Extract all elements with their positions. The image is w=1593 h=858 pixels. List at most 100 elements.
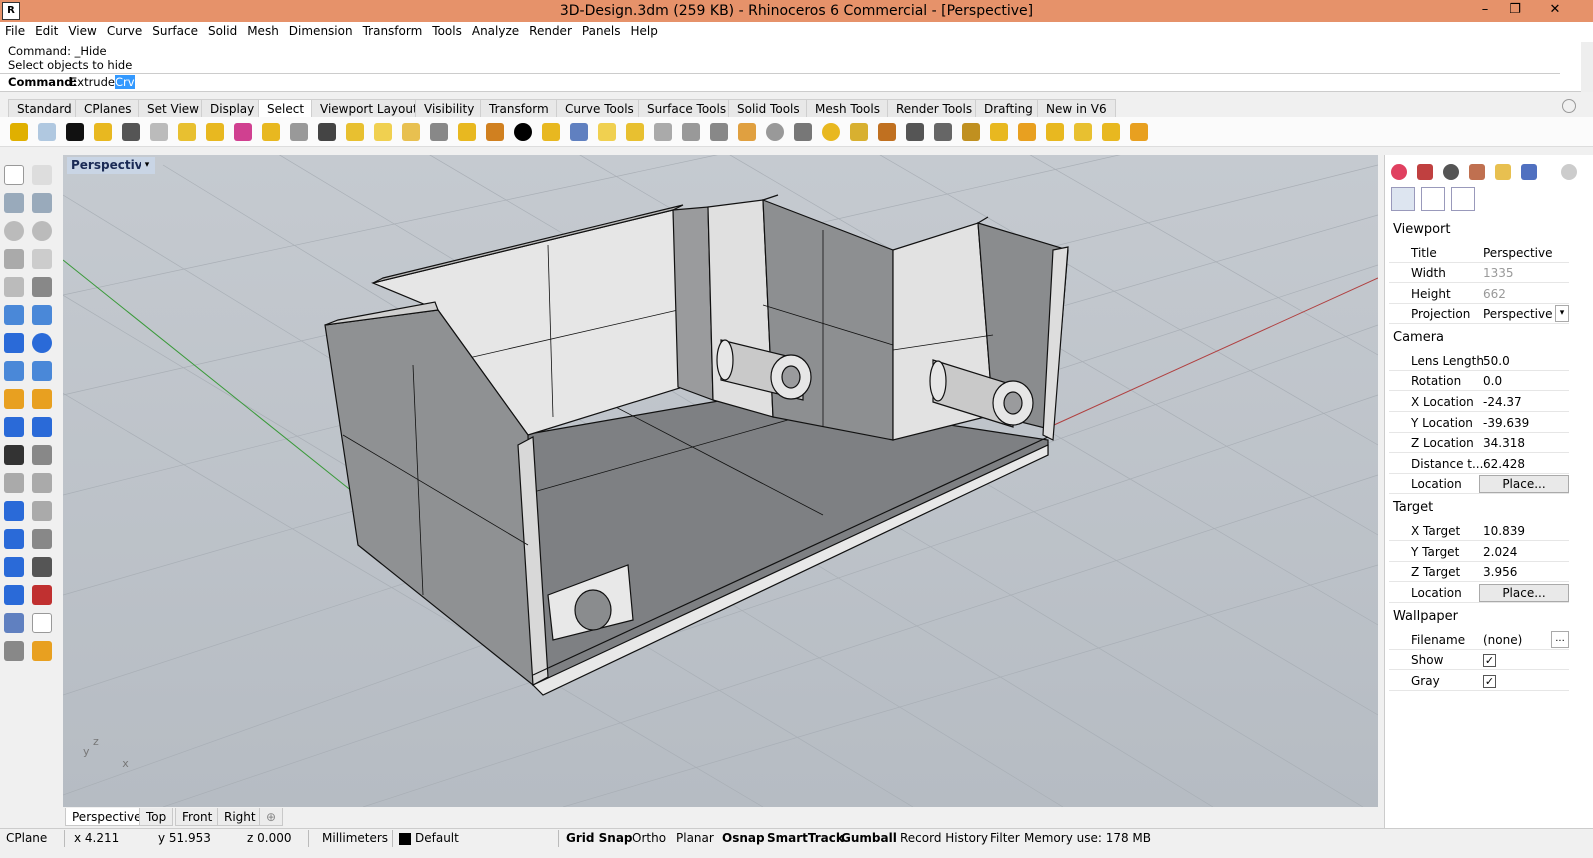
- record-history-toggle[interactable]: Record History: [900, 831, 988, 845]
- current-layer[interactable]: Default: [415, 831, 459, 845]
- select-grid-icon[interactable]: [626, 123, 644, 141]
- select-solids-icon[interactable]: [206, 123, 224, 141]
- chevron-down-icon[interactable]: ▾: [1555, 305, 1569, 322]
- menu-render[interactable]: Render: [524, 22, 577, 42]
- x-target-field[interactable]: 10.839: [1483, 524, 1525, 538]
- perspective-viewport[interactable]: Perspective ▾ y z x: [63, 155, 1378, 807]
- point-icon[interactable]: [32, 165, 52, 185]
- show-checkbox[interactable]: ✓: [1483, 654, 1496, 667]
- lens-length-field[interactable]: 50.0: [1483, 354, 1510, 368]
- select-spheres-icon[interactable]: [766, 123, 784, 141]
- select-none-icon[interactable]: [38, 123, 56, 141]
- render-tab-icon[interactable]: [1443, 164, 1459, 180]
- tab-display[interactable]: Display: [201, 99, 264, 117]
- tab-set-view[interactable]: Set View: [138, 99, 208, 117]
- select-curves-icon[interactable]: [654, 123, 672, 141]
- select-duplicates-icon[interactable]: [738, 123, 756, 141]
- menu-transform[interactable]: Transform: [358, 22, 428, 42]
- move-icon[interactable]: [32, 501, 52, 521]
- select-dimensions-icon[interactable]: [430, 123, 448, 141]
- select-control-points-icon[interactable]: [318, 123, 336, 141]
- arc-icon[interactable]: [4, 249, 24, 269]
- filename-field[interactable]: (none): [1483, 633, 1522, 647]
- distance-field[interactable]: 62.428: [1483, 457, 1525, 471]
- select-window-icon[interactable]: [1018, 123, 1036, 141]
- menu-edit[interactable]: Edit: [30, 22, 63, 42]
- display-tab-icon[interactable]: [1521, 164, 1537, 180]
- y-target-field[interactable]: 2.024: [1483, 545, 1517, 559]
- tab-transform[interactable]: Transform: [480, 99, 558, 117]
- sphere-icon[interactable]: [32, 333, 52, 353]
- mesh-plane-icon[interactable]: [32, 361, 52, 381]
- z-target-field[interactable]: 3.956: [1483, 565, 1517, 579]
- select-planar-icon[interactable]: [598, 123, 616, 141]
- vp-tab-right[interactable]: Right: [217, 808, 263, 826]
- select-lights-icon[interactable]: [486, 123, 504, 141]
- tab-viewport-layout[interactable]: Viewport Layout: [311, 99, 427, 117]
- ellipse-icon[interactable]: [32, 221, 52, 241]
- gear-icon[interactable]: [1562, 99, 1576, 113]
- layers-tab-icon[interactable]: [1417, 164, 1433, 180]
- vp-tab-front[interactable]: Front: [175, 808, 220, 826]
- restore-button[interactable]: ❐: [1500, 0, 1530, 22]
- menu-mesh[interactable]: Mesh: [242, 22, 284, 42]
- tab-visibility[interactable]: Visibility: [415, 99, 484, 117]
- select-hatches-icon[interactable]: [402, 123, 420, 141]
- tab-drafting[interactable]: Drafting: [975, 99, 1042, 117]
- menu-curve[interactable]: Curve: [102, 22, 147, 42]
- command-scrollbar[interactable]: [1581, 42, 1593, 92]
- grid-icon[interactable]: [32, 557, 52, 577]
- viewport-dropdown-icon[interactable]: ▾: [141, 157, 153, 174]
- select-closed-curves-icon[interactable]: [710, 123, 728, 141]
- explode-icon[interactable]: [32, 417, 52, 437]
- menu-help[interactable]: Help: [626, 22, 663, 42]
- camera-icon[interactable]: [1391, 187, 1415, 211]
- y-location-field[interactable]: -39.639: [1483, 416, 1529, 430]
- menu-solid[interactable]: Solid: [203, 22, 242, 42]
- select-polysurfaces-icon[interactable]: [346, 123, 364, 141]
- viewport-frame-icon[interactable]: [1421, 187, 1445, 211]
- filter-toggle[interactable]: Filter: [990, 831, 1020, 845]
- box-icon[interactable]: [4, 333, 24, 353]
- projection-select[interactable]: Perspective: [1483, 307, 1553, 321]
- command-input[interactable]: Command: ExtrudeCrv: [0, 73, 1560, 90]
- layer-color-swatch[interactable]: [399, 833, 411, 845]
- select-last-icon[interactable]: [94, 123, 112, 141]
- files-tab-icon[interactable]: [1495, 164, 1511, 180]
- tab-curve-tools[interactable]: Curve Tools: [556, 99, 643, 117]
- text-icon[interactable]: [4, 501, 24, 521]
- close-button[interactable]: ✕: [1540, 0, 1570, 22]
- select-meshes-icon[interactable]: [570, 123, 588, 141]
- split-icon[interactable]: [32, 389, 52, 409]
- gray-checkbox[interactable]: ✓: [1483, 675, 1496, 688]
- menu-panels[interactable]: Panels: [577, 22, 626, 42]
- join-icon[interactable]: [4, 445, 24, 465]
- grid-snap-toggle[interactable]: Grid Snap: [566, 831, 633, 845]
- dimension-icon[interactable]: [32, 529, 52, 549]
- browse-button[interactable]: ...: [1551, 631, 1569, 648]
- analyze-icon[interactable]: [32, 585, 52, 605]
- rectangle-icon[interactable]: [32, 249, 52, 269]
- gumball-toggle[interactable]: Gumball: [841, 831, 897, 845]
- tab-new-in-v6[interactable]: New in V6: [1037, 99, 1116, 117]
- tab-render-tools[interactable]: Render Tools: [887, 99, 982, 117]
- units-label[interactable]: Millimeters: [322, 831, 388, 845]
- boolean-difference-icon[interactable]: [32, 445, 52, 465]
- select-history-icon[interactable]: [1130, 123, 1148, 141]
- fillet-curve-icon[interactable]: [32, 277, 52, 297]
- select-by-color-icon[interactable]: [234, 123, 252, 141]
- select-extrusions-icon[interactable]: [542, 123, 560, 141]
- select-brush-icon[interactable]: [878, 123, 896, 141]
- select-annotations-icon[interactable]: [458, 123, 476, 141]
- surface-icon[interactable]: [4, 305, 24, 325]
- select-blocks-icon[interactable]: [514, 123, 532, 141]
- cplane-label[interactable]: CPlane: [6, 831, 47, 845]
- z-location-field[interactable]: 34.318: [1483, 436, 1525, 450]
- x-location-field[interactable]: -24.37: [1483, 395, 1522, 409]
- boolean-union-icon[interactable]: [4, 389, 24, 409]
- array-grid-icon[interactable]: [4, 585, 24, 605]
- title-field[interactable]: Perspective: [1483, 246, 1553, 260]
- vp-tab-top[interactable]: Top: [139, 808, 174, 826]
- camera-place-button[interactable]: Place...: [1479, 475, 1569, 493]
- menu-surface[interactable]: Surface: [147, 22, 203, 42]
